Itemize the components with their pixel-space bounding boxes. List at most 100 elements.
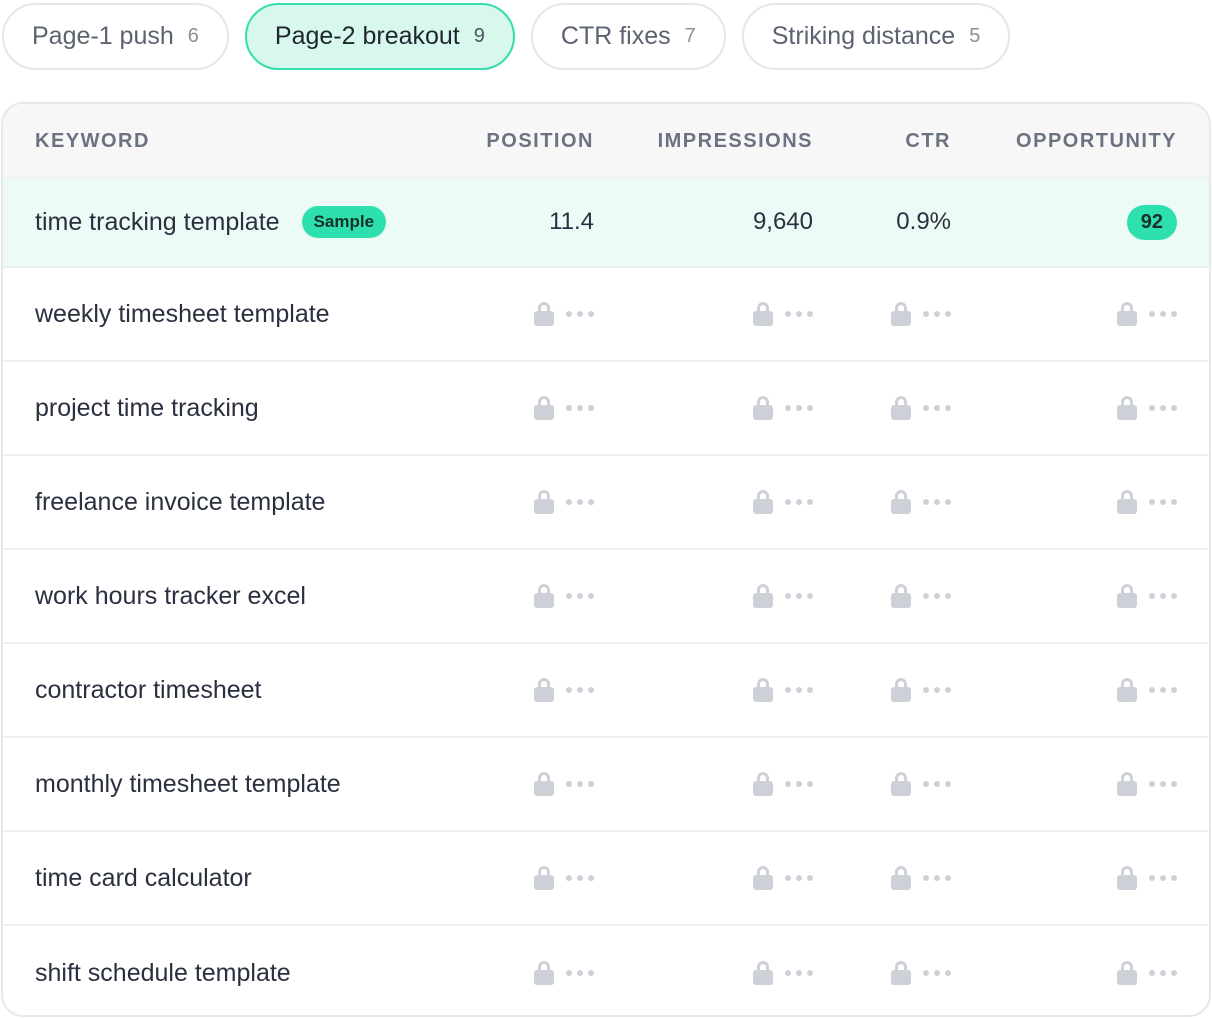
ellipsis-icon <box>566 781 594 787</box>
keyword-text: project time tracking <box>35 393 259 422</box>
ellipsis-icon <box>785 499 813 505</box>
lock-icon <box>891 772 911 796</box>
lock-icon <box>1117 866 1137 890</box>
filter-tabs: Page-1 push 6 Page-2 breakout 9 CTR fixe… <box>2 3 1011 70</box>
tab-label: Striking distance <box>771 22 956 50</box>
table-header: KEYWORD POSITION IMPRESSIONS CTR OPPORTU… <box>3 104 1209 178</box>
locked-opportunity-value <box>1117 644 1177 736</box>
ellipsis-icon <box>923 405 951 411</box>
tab-striking-distance[interactable]: Striking distance 5 <box>741 3 1011 70</box>
lock-icon <box>753 584 773 608</box>
lock-icon <box>1117 772 1137 796</box>
table-row-sample[interactable]: time tracking template Sample 11.4 9,640… <box>3 178 1209 268</box>
ctr-value: 0.9% <box>896 208 951 235</box>
position-value: 11.4 <box>549 208 594 235</box>
impressions-value: 9,640 <box>752 208 813 235</box>
locked-position-value <box>534 268 594 360</box>
opportunity-cell: 92 <box>1126 178 1177 266</box>
keyword-text: time tracking template <box>35 207 280 236</box>
ellipsis-icon <box>923 875 951 881</box>
ellipsis-icon <box>1149 499 1177 505</box>
ellipsis-icon <box>566 687 594 693</box>
header-ctr: CTR <box>905 129 951 152</box>
keyword-text: monthly timesheet template <box>35 769 341 798</box>
locked-opportunity-value <box>1117 550 1177 642</box>
header-opportunity: OPPORTUNITY <box>1016 129 1177 152</box>
table-row[interactable]: freelance invoice template <box>3 456 1209 550</box>
lock-icon <box>891 961 911 985</box>
lock-icon <box>891 302 911 326</box>
ellipsis-icon <box>566 970 594 976</box>
locked-impressions-value <box>753 832 813 924</box>
locked-opportunity-value <box>1117 456 1177 548</box>
lock-icon <box>534 678 554 702</box>
lock-icon <box>534 961 554 985</box>
lock-icon <box>753 396 773 420</box>
lock-icon <box>1117 490 1137 514</box>
table-row[interactable]: weekly timesheet template <box>3 268 1209 362</box>
locked-position-value <box>534 362 594 454</box>
ellipsis-icon <box>923 970 951 976</box>
ellipsis-icon <box>566 499 594 505</box>
locked-ctr-value <box>891 268 951 360</box>
lock-icon <box>534 584 554 608</box>
lock-icon <box>891 396 911 420</box>
lock-icon <box>891 866 911 890</box>
ellipsis-icon <box>923 593 951 599</box>
locked-impressions-value <box>753 738 813 830</box>
lock-icon <box>1117 678 1137 702</box>
header-impressions: IMPRESSIONS <box>657 129 813 152</box>
opportunity-score-badge: 92 <box>1126 204 1177 240</box>
locked-ctr-value <box>891 550 951 642</box>
table-row[interactable]: work hours tracker excel <box>3 550 1209 644</box>
lock-icon <box>753 302 773 326</box>
ellipsis-icon <box>923 781 951 787</box>
ellipsis-icon <box>1149 405 1177 411</box>
table-row[interactable]: time card calculator <box>3 832 1209 926</box>
ellipsis-icon <box>1149 970 1177 976</box>
locked-position-value <box>534 926 594 1015</box>
lock-icon <box>534 396 554 420</box>
ellipsis-icon <box>785 405 813 411</box>
lock-icon <box>534 490 554 514</box>
lock-icon <box>753 490 773 514</box>
locked-ctr-value <box>891 644 951 736</box>
locked-impressions-value <box>753 362 813 454</box>
tab-page-1-push[interactable]: Page-1 push 6 <box>2 3 229 70</box>
keyword-table: KEYWORD POSITION IMPRESSIONS CTR OPPORTU… <box>1 102 1211 1017</box>
ellipsis-icon <box>785 875 813 881</box>
lock-icon <box>534 866 554 890</box>
lock-icon <box>753 772 773 796</box>
locked-position-value <box>534 456 594 548</box>
locked-position-value <box>534 738 594 830</box>
locked-ctr-value <box>891 738 951 830</box>
lock-icon <box>1117 302 1137 326</box>
locked-opportunity-value <box>1117 926 1177 1015</box>
table-row[interactable]: project time tracking <box>3 362 1209 456</box>
ellipsis-icon <box>785 311 813 317</box>
tab-label: CTR fixes <box>560 22 671 50</box>
keyword-text: shift schedule template <box>35 958 291 987</box>
ellipsis-icon <box>785 970 813 976</box>
table-row[interactable]: contractor timesheet <box>3 644 1209 738</box>
ellipsis-icon <box>923 499 951 505</box>
locked-opportunity-value <box>1117 268 1177 360</box>
ellipsis-icon <box>1149 875 1177 881</box>
table-row[interactable]: shift schedule template <box>3 926 1209 1015</box>
header-position: POSITION <box>486 129 594 152</box>
keyword-text: work hours tracker excel <box>35 581 306 610</box>
tab-label: Page-2 breakout <box>274 22 460 50</box>
ellipsis-icon <box>566 311 594 317</box>
ellipsis-icon <box>1149 311 1177 317</box>
lock-icon <box>753 678 773 702</box>
keyword-text: weekly timesheet template <box>35 299 330 328</box>
table-row[interactable]: monthly timesheet template <box>3 738 1209 832</box>
header-keyword: KEYWORD <box>35 129 150 152</box>
tab-count: 9 <box>473 25 485 47</box>
lock-icon <box>534 772 554 796</box>
tab-page-2-breakout[interactable]: Page-2 breakout 9 <box>244 3 515 70</box>
locked-opportunity-value <box>1117 832 1177 924</box>
tab-ctr-fixes[interactable]: CTR fixes 7 <box>530 3 726 70</box>
locked-ctr-value <box>891 456 951 548</box>
keyword-cell: time tracking template Sample <box>35 178 387 266</box>
